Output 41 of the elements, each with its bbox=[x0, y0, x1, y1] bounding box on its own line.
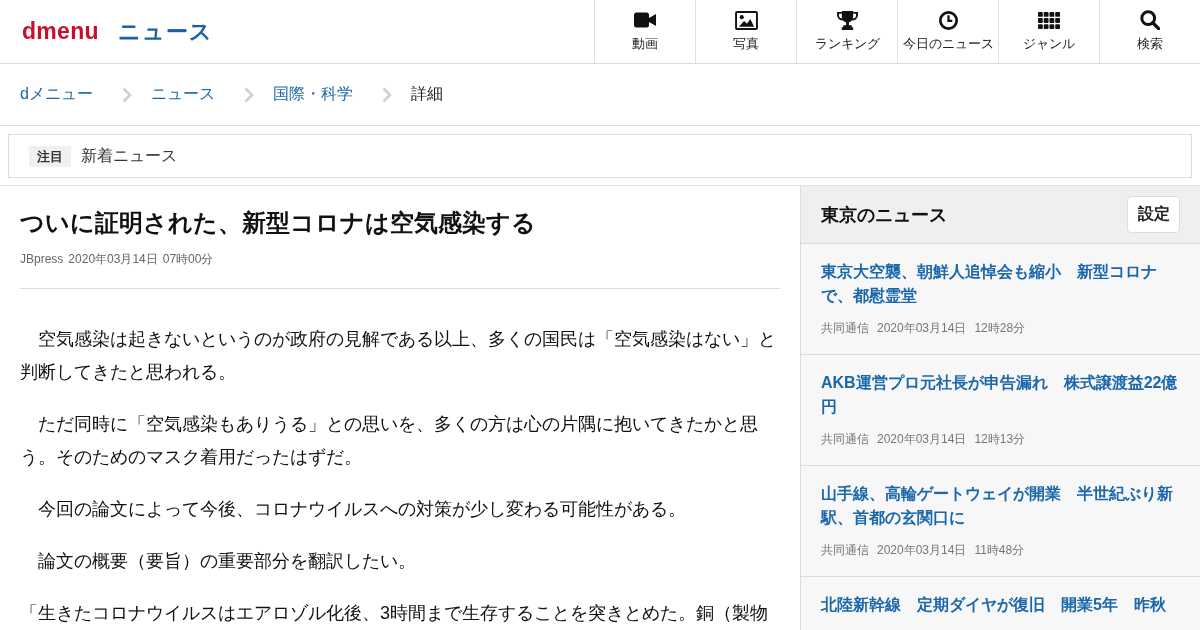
article-paragraph: 論文の概要（要旨）の重要部分を翻訳したい。 bbox=[37, 550, 417, 573]
section-title[interactable]: ニュース bbox=[117, 16, 213, 47]
news-time: 12時13分 bbox=[974, 431, 1026, 447]
notice-link[interactable]: 新着ニュース bbox=[81, 145, 177, 167]
news-date: 2020年03月14日 bbox=[877, 320, 967, 336]
breadcrumb-current-page: 詳細 bbox=[410, 84, 443, 104]
site-logo[interactable]: dmenu bbox=[22, 18, 99, 45]
chevron-icon bbox=[121, 86, 132, 103]
breadcrumb-link[interactable]: dメニュー bbox=[20, 84, 93, 105]
news-headline[interactable]: 東京大空襲、朝鮮人追悼会も縮小 新型コロナで、都慰霊堂 bbox=[821, 260, 1180, 308]
article-source: JBpress bbox=[20, 251, 64, 267]
news-headline[interactable]: 北陸新幹線 定期ダイヤが復旧 開業5年 昨秋 bbox=[821, 593, 1180, 617]
settings-button[interactable]: 設定 bbox=[1127, 196, 1180, 233]
clock-icon bbox=[938, 10, 958, 30]
trophy-icon bbox=[836, 10, 858, 30]
news-source: 共同通信 bbox=[821, 320, 869, 336]
video-camera-icon bbox=[634, 12, 656, 28]
notice-badge: 注目 bbox=[29, 145, 71, 167]
breadcrumb-link[interactable]: ニュース bbox=[150, 84, 215, 105]
news-time: 12時28分 bbox=[974, 320, 1026, 336]
chevron-icon bbox=[381, 86, 392, 103]
sidebar-title: 東京のニュース bbox=[821, 203, 947, 227]
article-paragraph: 「生きたコロナウイルスはエアロゾル化後、3時間まで生存することを突きとめた。銅（製物 bbox=[20, 602, 769, 625]
article-date: 2020年03月14日 bbox=[68, 251, 158, 267]
breadcrumb-link[interactable]: 国際・科学 bbox=[272, 84, 353, 105]
news-headline[interactable]: 山手線、高輪ゲートウェイが開業 半世紀ぶり新駅、首都の玄関口に bbox=[821, 482, 1180, 530]
news-source: 共同通信 bbox=[821, 431, 869, 447]
grid-icon bbox=[1038, 11, 1060, 29]
article-paragraph: 今回の論文によって今後、コロナウイルスへの対策が少し変わる可能性がある。 bbox=[37, 498, 687, 521]
article-time: 07時00分 bbox=[162, 251, 214, 267]
image-icon bbox=[734, 10, 758, 30]
news-date: 2020年03月14日 bbox=[877, 542, 967, 558]
chevron-icon bbox=[243, 86, 254, 103]
news-time: 11時48分 bbox=[974, 542, 1025, 558]
article-paragraph: 空気感染は起きないというのが政府の見解である以上、多くの国民は「空気感染はない」と判断してきたと思われる。 bbox=[20, 328, 777, 384]
news-headline[interactable]: AKB運営プロ元社長が申告漏れ 株式譲渡益22億円 bbox=[821, 371, 1180, 419]
article-title: ついに証明された、新型コロナは空気感染する bbox=[20, 208, 537, 238]
news-date: 2020年03月14日 bbox=[877, 431, 967, 447]
article-paragraph: ただ同時に「空気感染もありうる」との思いを、多くの方は心の片隅に抱いてきたかと思う。そのためのマスク着用だったはずだ。 bbox=[20, 413, 759, 469]
search-icon bbox=[1140, 10, 1160, 30]
news-source: 共同通信 bbox=[821, 542, 869, 558]
